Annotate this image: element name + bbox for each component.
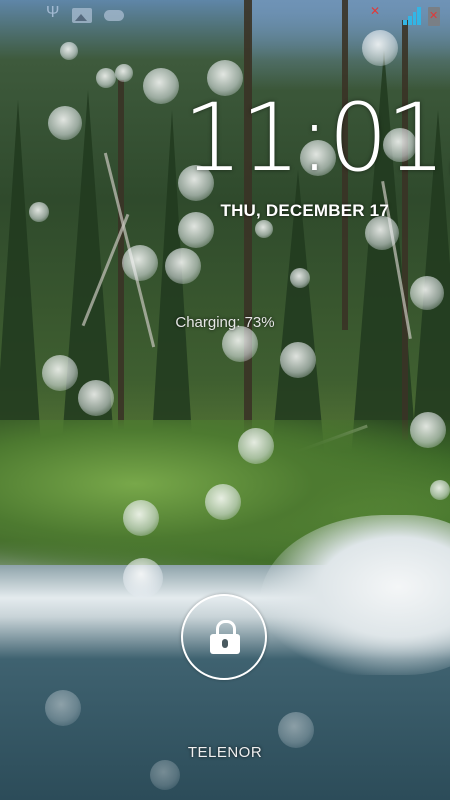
cloud-icon [104, 10, 124, 21]
raindrop [238, 428, 274, 464]
raindrop [123, 558, 163, 598]
raindrop [78, 380, 114, 416]
raindrop [42, 355, 78, 391]
raindrop [48, 106, 82, 140]
signal-icon [403, 7, 421, 25]
notification-x-icon: ✕ [370, 4, 381, 18]
raindrop [115, 64, 133, 82]
raindrop [122, 245, 158, 281]
gallery-icon [72, 8, 92, 23]
charging-status: Charging: 73% [175, 314, 275, 331]
battery-icon [428, 7, 440, 26]
clock-time: 11:01 [183, 84, 446, 193]
raindrop [410, 412, 446, 448]
raindrop [278, 712, 314, 748]
raindrop [290, 268, 310, 288]
raindrop [123, 500, 159, 536]
raindrop [96, 68, 116, 88]
raindrop [150, 760, 180, 790]
status-bar: Ψ ✕ [0, 0, 450, 32]
unlock-button[interactable] [181, 594, 267, 680]
raindrop [29, 202, 49, 222]
raindrop [362, 30, 398, 66]
raindrop [178, 212, 214, 248]
raindrop [280, 342, 316, 378]
usb-icon: Ψ [46, 4, 60, 21]
raindrop [45, 690, 81, 726]
clock: 11:01 PM [183, 86, 450, 186]
lock-screen: Ψ ✕ 11:01 PM THU, DECEMBER 17 Charging: … [0, 0, 450, 800]
raindrop [60, 42, 78, 60]
lock-icon [210, 620, 240, 654]
date-label: THU, DECEMBER 17 [220, 201, 389, 220]
raindrop [430, 480, 450, 500]
raindrop [255, 220, 273, 238]
raindrop [365, 216, 399, 250]
carrier-label: TELENOR [187, 744, 263, 761]
raindrop [222, 326, 258, 362]
raindrop [410, 276, 444, 310]
raindrop [205, 484, 241, 520]
raindrop [165, 248, 201, 284]
raindrop [143, 68, 179, 104]
